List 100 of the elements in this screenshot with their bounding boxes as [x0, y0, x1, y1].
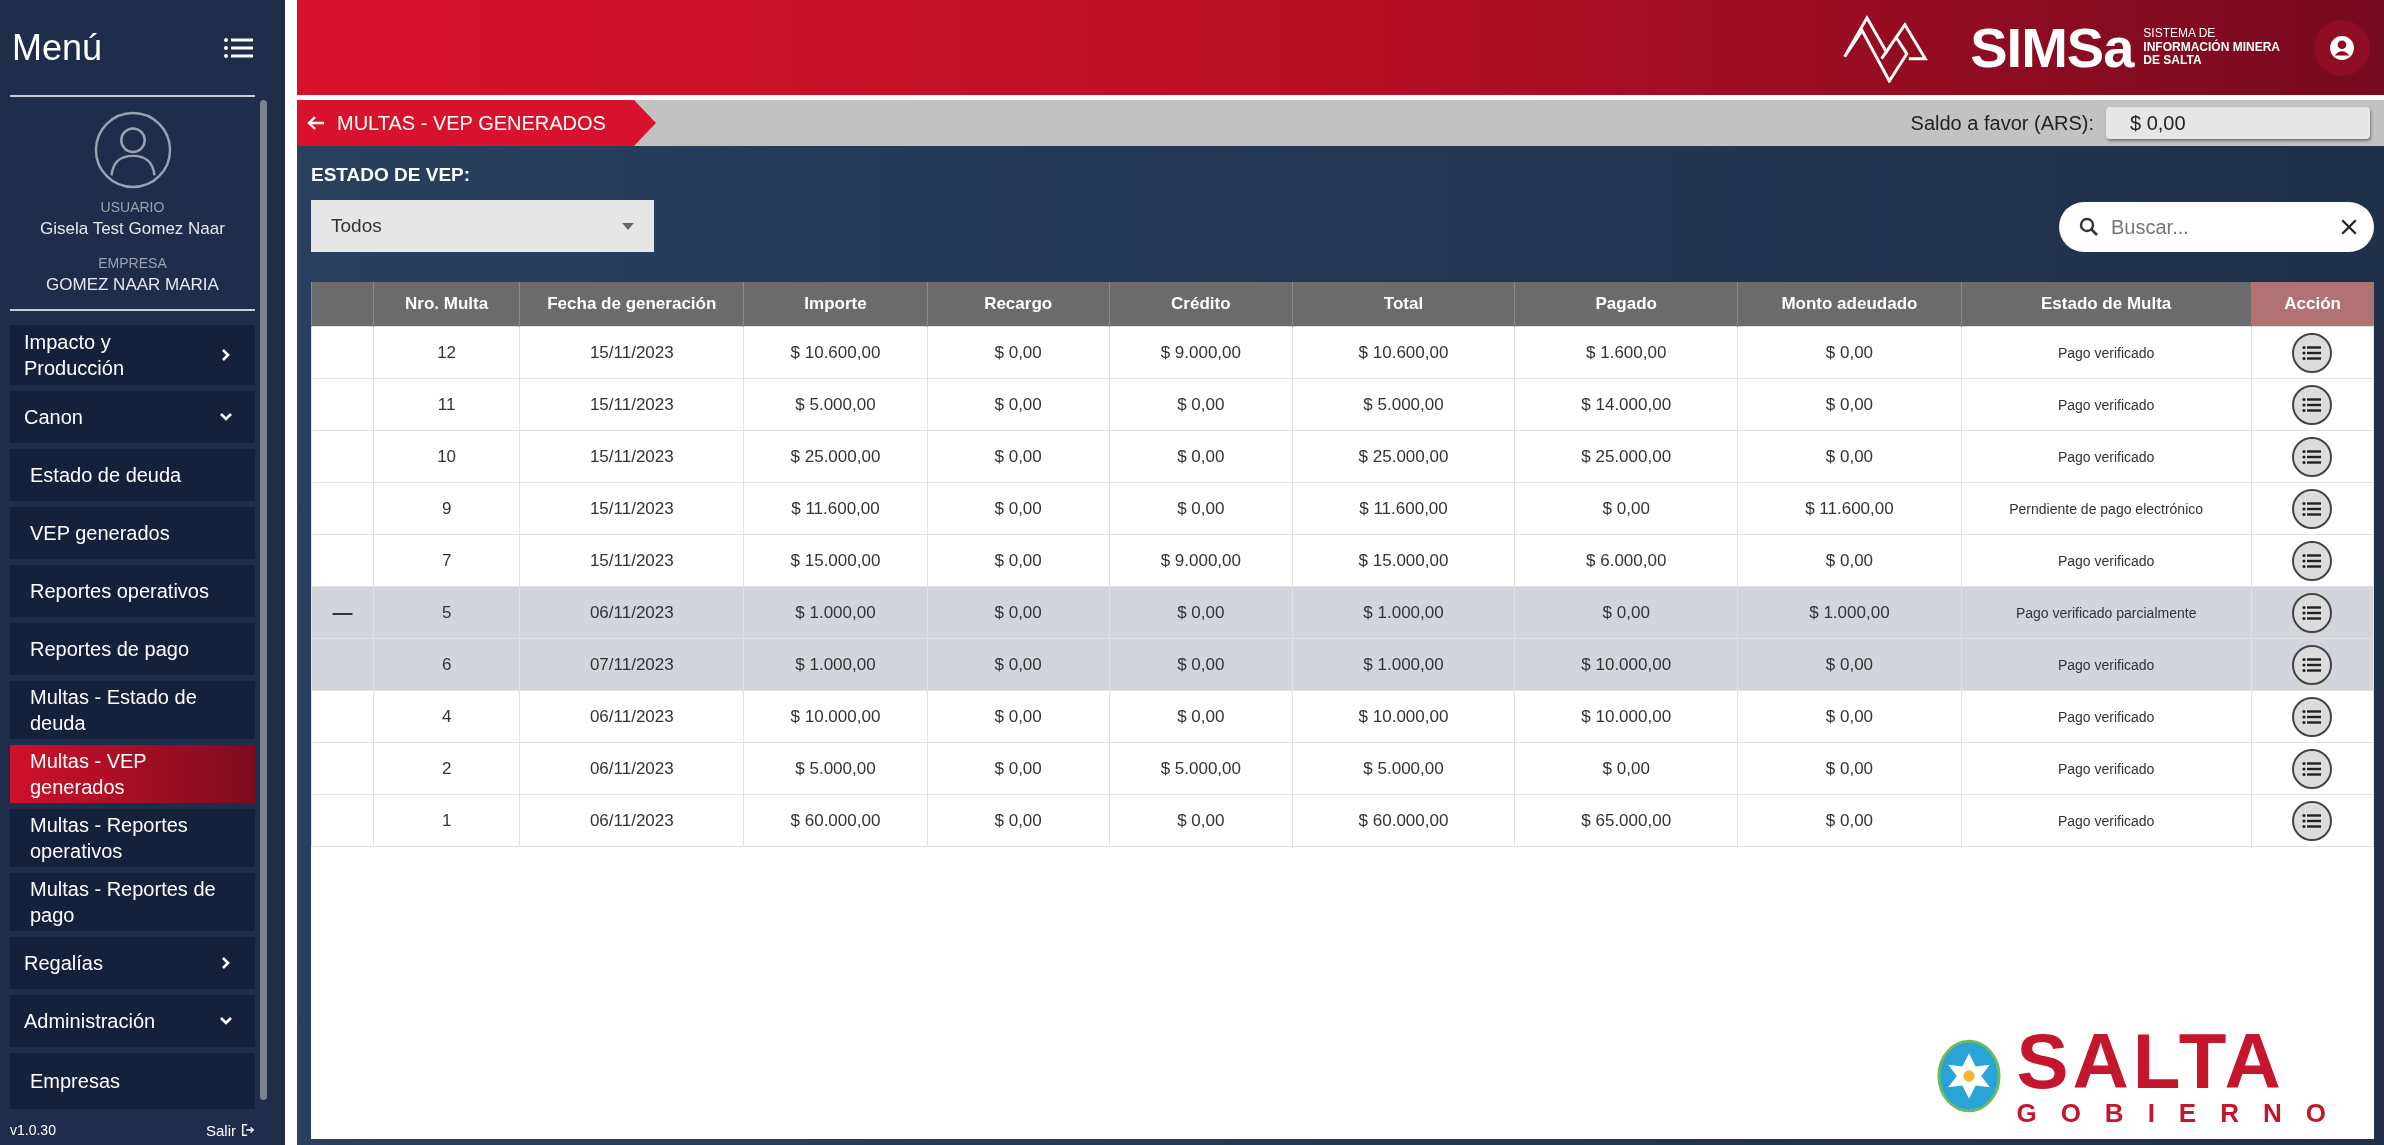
logo-tagline: SISTEMA DE	[2143, 26, 2216, 40]
table-cell: $ 25.000,00	[1514, 430, 1738, 483]
menu-item[interactable]: Empresas	[10, 1053, 255, 1109]
menu-section[interactable]: Administración	[10, 995, 255, 1047]
table-cell: 15/11/2023	[519, 378, 744, 431]
breadcrumb-tab[interactable]: MULTAS - VEP GENERADOS	[297, 100, 656, 146]
table-cell: $ 5.000,00	[1292, 742, 1515, 795]
table-cell: 06/11/2023	[519, 742, 744, 795]
table-cell: 07/11/2023	[519, 638, 744, 691]
menu-item[interactable]: Multas - Reportes de pago	[10, 873, 255, 931]
search-field[interactable]: Buscar...	[2059, 202, 2374, 252]
table-cell: $ 10.600,00	[743, 326, 928, 379]
table-cell: $ 1.000,00	[743, 638, 928, 691]
menu-item[interactable]: Multas - Reportes operativos	[10, 809, 255, 867]
list-button[interactable]	[2292, 800, 2333, 841]
column-header: Total	[1292, 282, 1515, 327]
table-cell: $ 9.000,00	[1109, 534, 1293, 587]
table-cell: 7	[373, 534, 520, 587]
menu-icon[interactable]	[223, 35, 253, 60]
table-cell: $ 1.000,00	[743, 586, 928, 639]
column-header: Importe	[743, 282, 928, 327]
table-cell: $ 15.000,00	[743, 534, 928, 587]
table-cell: $ 0,00	[1737, 430, 1961, 483]
table-cell: $ 0,00	[927, 638, 1110, 691]
list-icon	[2302, 448, 2323, 465]
table-cell: $ 0,00	[1737, 534, 1961, 587]
table-cell: $ 9.000,00	[1109, 326, 1293, 379]
user-icon	[2329, 34, 2355, 61]
caret-icon	[622, 222, 634, 230]
list-button[interactable]	[2292, 436, 2333, 477]
list-button[interactable]	[2292, 384, 2333, 425]
list-button[interactable]	[2292, 644, 2333, 685]
table-cell: Pago verificado parcialmente	[1961, 586, 2252, 639]
list-button[interactable]	[2292, 696, 2333, 737]
table-cell: 06/11/2023	[519, 690, 744, 743]
table-cell: $ 0,00	[1109, 430, 1293, 483]
close-icon[interactable]	[2340, 218, 2358, 236]
table-cell: $ 0,00	[1514, 742, 1738, 795]
table-cell: $ 10.000,00	[1292, 690, 1515, 743]
table-cell: $ 1.000,00	[1737, 586, 1961, 639]
menu-section[interactable]: Impacto y Producción	[10, 325, 255, 385]
list-icon	[2302, 656, 2323, 673]
table-cell: $ 5.000,00	[743, 378, 928, 431]
table-cell: $ 60.000,00	[743, 794, 928, 847]
table-cell: 10	[373, 430, 520, 483]
table-cell: $ 0,00	[927, 794, 1110, 847]
table-cell: $ 0,00	[1109, 638, 1293, 691]
list-icon	[2302, 396, 2323, 413]
table-cell: $ 0,00	[927, 430, 1110, 483]
table-cell: Pago verificado	[1961, 326, 2252, 379]
table-cell: $ 0,00	[1737, 638, 1961, 691]
menu-section[interactable]: Canon	[10, 391, 255, 443]
list-button[interactable]	[2292, 332, 2333, 373]
column-header: Crédito	[1109, 282, 1293, 327]
table-cell: $ 0,00	[1109, 690, 1293, 743]
collapse-toggle[interactable]: —	[332, 601, 353, 623]
table-cell: $ 14.000,00	[1514, 378, 1738, 431]
menu-item[interactable]: VEP generados	[10, 507, 255, 559]
table-cell: $ 25.000,00	[743, 430, 928, 483]
column-header: Acción	[2251, 282, 2374, 327]
list-button[interactable]	[2292, 748, 2333, 789]
list-icon	[2302, 708, 2323, 725]
column-header: Pagado	[1514, 282, 1738, 327]
table-cell: $ 10.000,00	[1514, 638, 1738, 691]
table-cell: 15/11/2023	[519, 534, 744, 587]
table-cell: $ 10.600,00	[1292, 326, 1515, 379]
scrollbar[interactable]	[260, 100, 267, 1100]
user-label: USUARIO	[100, 199, 165, 215]
column-header: Fecha de generación	[519, 282, 744, 327]
table-cell: $ 0,00	[1737, 690, 1961, 743]
table-cell: $ 5.000,00	[743, 742, 928, 795]
table-cell: 15/11/2023	[519, 430, 744, 483]
menu-item[interactable]: Reportes operativos	[10, 565, 255, 617]
list-icon	[2302, 604, 2323, 621]
menu-item[interactable]: Multas - Estado de deuda	[10, 681, 255, 739]
column-header: Monto adeudado	[1737, 282, 1961, 327]
list-icon	[2302, 500, 2323, 517]
star-emblem-icon	[1936, 1038, 2003, 1115]
table-cell: Perndiente de pago electrónico	[1961, 482, 2252, 535]
list-button[interactable]	[2292, 540, 2333, 581]
logout-link[interactable]: Salir	[206, 1121, 255, 1139]
arrow-left-icon	[307, 115, 325, 131]
version-text: v1.0.30	[10, 1122, 56, 1138]
table-cell: $ 0,00	[927, 742, 1110, 795]
table-cell: $ 0,00	[927, 378, 1110, 431]
table-cell: $ 11.600,00	[1292, 482, 1515, 535]
status-dropdown[interactable]: Todos	[311, 200, 654, 252]
menu-item[interactable]: Estado de deuda	[10, 449, 255, 501]
menu-item[interactable]: Reportes de pago	[10, 623, 255, 675]
logout-icon	[241, 1123, 255, 1137]
table-cell: $ 11.600,00	[743, 482, 928, 535]
user-name: Gisela Test Gomez Naar	[40, 219, 225, 239]
list-button[interactable]	[2292, 488, 2333, 529]
table-cell: 11	[373, 378, 520, 431]
table-cell: 1	[373, 794, 520, 847]
menu-item[interactable]: Multas - VEP generados	[10, 745, 255, 803]
list-button[interactable]	[2292, 592, 2333, 633]
company-label: EMPRESA	[98, 255, 167, 271]
menu-section[interactable]: Regalías	[10, 937, 255, 989]
table-cell: $ 0,00	[1737, 742, 1961, 795]
